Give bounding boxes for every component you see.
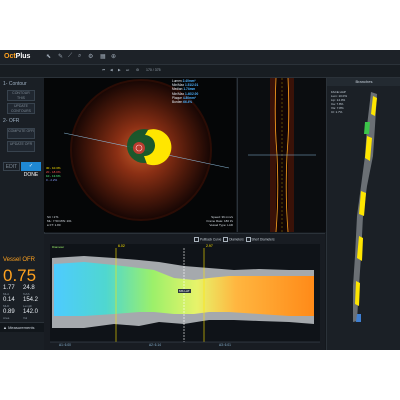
workflow-panel: 1- Contour CONTOUR THIS UPDATE CONTOURS … xyxy=(0,78,45,350)
metric-value: 24.8 xyxy=(23,285,35,291)
branches-panel: Branches FACE HAP Lum: 10.0% Lip: 14.0% … xyxy=(326,78,400,350)
segment-label: A1: 6.00 xyxy=(59,343,71,347)
zoom-tool-icon[interactable]: ⌕ xyxy=(78,53,81,60)
profile-axis-label: Diameter xyxy=(52,245,65,249)
settings-tool-icon[interactable]: ⚙ xyxy=(88,53,93,60)
compute-ofr-button[interactable]: COMPUTE OFR xyxy=(7,128,35,139)
update-contours-button[interactable]: UPDATE CONTOURS xyxy=(7,103,35,114)
catheter-marker xyxy=(133,142,145,154)
metric-value: 0.89 xyxy=(3,309,15,315)
metric-label: Vol xyxy=(23,316,28,320)
metric-label: %AS xyxy=(23,292,30,296)
contour-section-header: 1- Contour xyxy=(3,81,27,87)
plaque-legend: 30 - 10.3% 20 - 18.0% 10 - 13.6% 0 - 2.2… xyxy=(46,166,61,182)
frame-info: SC / 271 ML: 7.50 MIN: 201 ● FT: 1.80 xyxy=(47,215,72,227)
grid-tool-icon[interactable]: ▦ xyxy=(100,53,106,60)
longitudinal-view[interactable] xyxy=(237,77,326,233)
frame-counter: 170 / 375 xyxy=(146,68,161,72)
settings-icon[interactable]: ⚙ xyxy=(136,68,139,72)
measurements-tab[interactable]: ▲ Measurements xyxy=(0,322,44,332)
metric-label: MLA xyxy=(3,292,10,296)
octplus-window: OctPlus ⬉ ✎ ⟋ ⌕ ⚙ ▦ ⊕ ⏮ ◀ ▶ ⏭ ⚙ 170 / 37… xyxy=(0,50,400,350)
metric-value: 0.14 xyxy=(3,297,15,303)
oct-cross-section-view[interactable]: Lumen 2.40mm² Min/Max 1.51/2.01 Median 1… xyxy=(44,78,236,232)
branches-title: Branches xyxy=(327,78,400,86)
ofr-section-header: 2- OFR xyxy=(3,118,20,124)
pointer-tool-icon[interactable]: ⬉ xyxy=(46,53,51,60)
segment-label: A3: 6.01 xyxy=(219,343,231,347)
prev-frame-icon[interactable]: ◀ xyxy=(110,68,113,72)
longitudinal-image xyxy=(248,77,316,233)
pen-tool-icon[interactable]: ✎ xyxy=(58,53,63,60)
first-frame-icon[interactable]: ⏮ xyxy=(102,68,105,72)
contour-this-button[interactable]: CONTOUR THIS xyxy=(7,90,35,101)
next-frame-icon[interactable]: ⏭ xyxy=(126,68,129,72)
metric-label: Area xyxy=(3,316,10,320)
metric-value: 142.0 xyxy=(23,309,39,315)
app-header: OctPlus ⬉ ✎ ⟋ ⌕ ⚙ ▦ ⊕ xyxy=(0,50,400,65)
measurement-info: Lumen 2.40mm² Min/Max 1.51/2.01 Median 1… xyxy=(172,79,216,104)
ruler-tool-icon[interactable]: ⟋ xyxy=(68,53,72,60)
vessel-3d-model[interactable] xyxy=(327,86,400,350)
update-ofr-button[interactable]: UPDATE OFR xyxy=(7,141,35,152)
play-icon[interactable]: ▶ xyxy=(118,68,121,72)
done-button[interactable]: ✓ DONE xyxy=(21,162,41,178)
playback-toolbar: ⏮ ◀ ▶ ⏭ ⚙ 170 / 375 xyxy=(0,65,400,78)
metric-label: Length xyxy=(23,304,33,308)
pullback-profile-panel[interactable]: Pullback Curve Diameters Short Diameters xyxy=(44,233,325,350)
acquisition-info: Speed: 36 mm/s Frame Rate: 180 f/s Vesse… xyxy=(206,215,233,227)
metric-label: MLD xyxy=(3,304,10,308)
marker-label: 6.02 xyxy=(118,244,125,248)
info-row: Burden 66.4% xyxy=(172,100,193,105)
app-logo: OctPlus xyxy=(4,53,31,60)
side-branch xyxy=(364,122,370,134)
metric-value: 154.2 xyxy=(23,297,39,303)
chevron-up-icon: ▲ xyxy=(3,325,7,330)
edit-button[interactable]: EDIT xyxy=(3,162,20,171)
marker-label: 2.97 xyxy=(206,244,213,248)
segment-label: A2: 6.14 xyxy=(149,343,161,347)
vessel-ofr-value: 0.75 xyxy=(3,266,37,285)
vessel-ofr-label: Vessel OFR xyxy=(3,257,36,263)
metric-value: 1.77 xyxy=(3,285,15,291)
lesion-label: MS LAT xyxy=(178,289,191,293)
search-tool-icon[interactable]: ⊕ xyxy=(111,53,116,60)
